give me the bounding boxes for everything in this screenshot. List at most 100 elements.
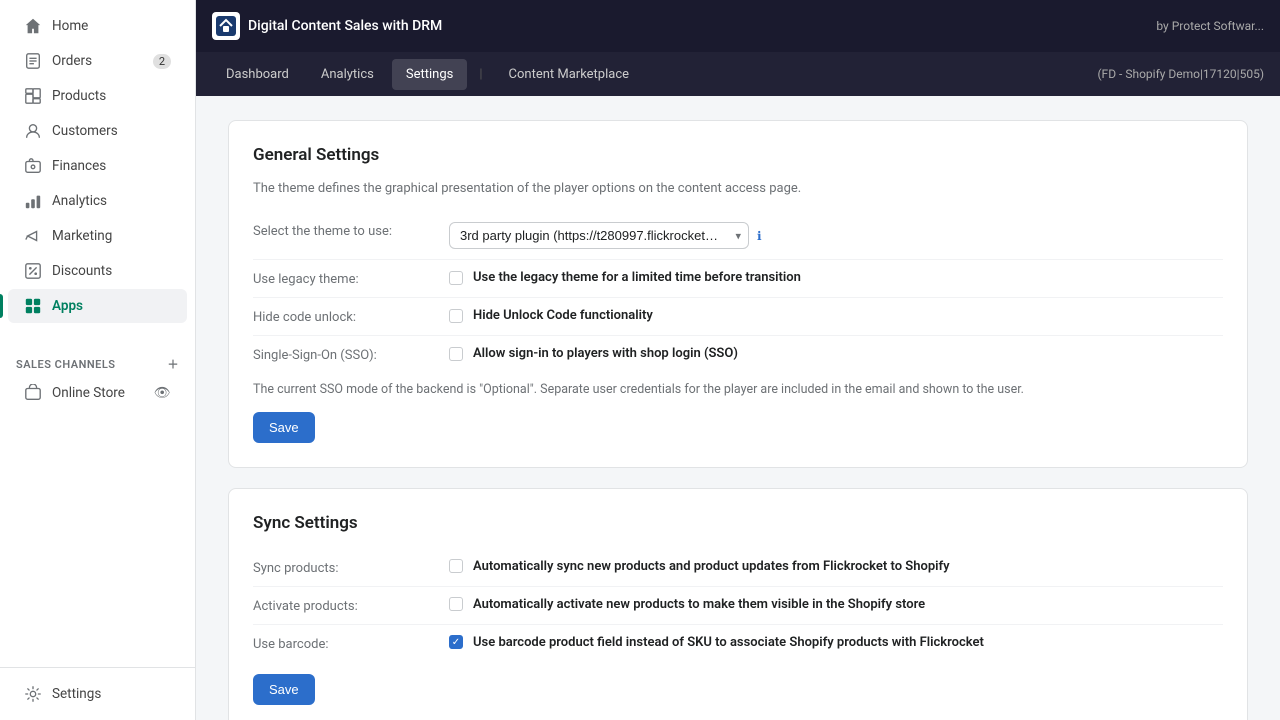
home-icon bbox=[24, 17, 42, 35]
online-store-label: Online Store bbox=[52, 385, 125, 401]
activate-products-label: Activate products: bbox=[253, 597, 433, 614]
sidebar-item-discounts[interactable]: Discounts bbox=[8, 254, 187, 288]
sidebar-item-marketing[interactable]: Marketing bbox=[8, 219, 187, 253]
orders-icon bbox=[24, 52, 42, 70]
main-content: Digital Content Sales with DRM by Protec… bbox=[196, 0, 1280, 720]
theme-help-icon[interactable]: ℹ bbox=[757, 229, 762, 243]
hide-code-checkbox-row: Hide Unlock Code functionality bbox=[449, 308, 653, 323]
tab-dashboard[interactable]: Dashboard bbox=[212, 59, 303, 90]
tab-settings[interactable]: Settings bbox=[392, 59, 467, 90]
products-icon bbox=[24, 87, 42, 105]
sidebar-item-apps-label: Apps bbox=[52, 298, 83, 314]
use-barcode-checkbox[interactable]: ✓ bbox=[449, 635, 463, 649]
app-title: Digital Content Sales with DRM bbox=[248, 18, 442, 34]
sidebar: Home Orders 2 Products Customers Finan bbox=[0, 0, 196, 720]
online-store-icon bbox=[24, 384, 42, 402]
sync-settings-title: Sync Settings bbox=[253, 513, 1223, 533]
hide-code-row: Hide code unlock: Hide Unlock Code funct… bbox=[253, 298, 1223, 336]
activate-products-checkbox[interactable] bbox=[449, 597, 463, 611]
app-logo-icon bbox=[212, 12, 240, 40]
sync-products-checkbox[interactable] bbox=[449, 559, 463, 573]
sync-products-value: Automatically sync new products and prod… bbox=[449, 559, 1223, 574]
online-store-eye-icon[interactable]: 👁 bbox=[154, 385, 171, 401]
theme-label: Select the theme to use: bbox=[253, 222, 433, 239]
content-area: General Settings The theme defines the g… bbox=[196, 96, 1280, 720]
marketing-icon bbox=[24, 227, 42, 245]
nav-tabs: Dashboard Analytics Settings | Content M… bbox=[196, 52, 1280, 96]
use-barcode-text: Use barcode product field instead of SKU… bbox=[473, 635, 984, 650]
legacy-theme-value: Use the legacy theme for a limited time … bbox=[449, 270, 1223, 285]
sidebar-item-discounts-label: Discounts bbox=[52, 263, 112, 279]
app-header: Digital Content Sales with DRM by Protec… bbox=[196, 0, 1280, 52]
sidebar-item-customers-label: Customers bbox=[52, 123, 118, 139]
sync-products-label: Sync products: bbox=[253, 559, 433, 576]
sidebar-item-orders[interactable]: Orders 2 bbox=[8, 44, 187, 78]
sso-checkbox-row: Allow sign-in to players with shop login… bbox=[449, 346, 738, 361]
apps-icon bbox=[24, 297, 42, 315]
use-barcode-row: Use barcode: ✓ Use barcode product field… bbox=[253, 625, 1223, 662]
sidebar-item-products-label: Products bbox=[52, 88, 106, 104]
legacy-theme-text: Use the legacy theme for a limited time … bbox=[473, 270, 801, 285]
theme-select[interactable]: 3rd party plugin (https://t280997.flickr… bbox=[449, 222, 749, 249]
theme-value: 3rd party plugin (https://t280997.flickr… bbox=[449, 222, 1223, 249]
legacy-theme-checkbox[interactable] bbox=[449, 271, 463, 285]
sso-value: Allow sign-in to players with shop login… bbox=[449, 346, 1223, 361]
add-sales-channel-icon[interactable]: ＋ bbox=[168, 356, 180, 372]
settings-label: Settings bbox=[52, 686, 101, 702]
sales-channels-section: Sales channels ＋ Online Store 👁 bbox=[0, 332, 195, 418]
theme-select-wrapper[interactable]: 3rd party plugin (https://t280997.flickr… bbox=[449, 222, 749, 249]
hide-code-label: Hide code unlock: bbox=[253, 308, 433, 325]
sidebar-item-analytics[interactable]: Analytics bbox=[8, 184, 187, 218]
settings-icon bbox=[24, 685, 42, 703]
sidebar-item-customers[interactable]: Customers bbox=[8, 114, 187, 148]
sidebar-item-finances-label: Finances bbox=[52, 158, 106, 174]
sync-products-text: Automatically sync new products and prod… bbox=[473, 559, 950, 574]
use-barcode-label: Use barcode: bbox=[253, 635, 433, 652]
sidebar-item-orders-label: Orders bbox=[52, 53, 92, 69]
sidebar-item-settings[interactable]: Settings bbox=[8, 677, 187, 711]
legacy-checkbox-row: Use the legacy theme for a limited time … bbox=[449, 270, 801, 285]
sidebar-item-apps[interactable]: Apps bbox=[8, 289, 187, 323]
store-info: (FD - Shopify Demo|17120|505) bbox=[1097, 67, 1264, 81]
sales-channels-label: Sales channels bbox=[16, 358, 116, 371]
app-header-by: by Protect Softwar... bbox=[1156, 19, 1264, 33]
hide-code-value: Hide Unlock Code functionality bbox=[449, 308, 1223, 323]
hide-code-text: Hide Unlock Code functionality bbox=[473, 308, 653, 323]
sidebar-bottom: Settings bbox=[0, 667, 195, 720]
activate-products-checkbox-row: Automatically activate new products to m… bbox=[449, 597, 925, 612]
customers-icon bbox=[24, 122, 42, 140]
sync-products-checkbox-row: Automatically sync new products and prod… bbox=[449, 559, 950, 574]
analytics-icon bbox=[24, 192, 42, 210]
general-settings-section: General Settings The theme defines the g… bbox=[228, 120, 1248, 468]
use-barcode-value: ✓ Use barcode product field instead of S… bbox=[449, 635, 1223, 650]
activate-products-text: Automatically activate new products to m… bbox=[473, 597, 925, 612]
general-settings-desc: The theme defines the graphical presenta… bbox=[253, 181, 1223, 196]
sidebar-item-online-store[interactable]: Online Store 👁 bbox=[8, 377, 187, 409]
sso-checkbox[interactable] bbox=[449, 347, 463, 361]
tab-analytics[interactable]: Analytics bbox=[307, 59, 388, 90]
sidebar-item-home-label: Home bbox=[52, 18, 88, 34]
general-settings-title: General Settings bbox=[253, 145, 1223, 165]
sidebar-item-products[interactable]: Products bbox=[8, 79, 187, 113]
tab-content-marketplace[interactable]: Content Marketplace bbox=[495, 59, 644, 90]
nav-divider: | bbox=[471, 67, 490, 82]
sidebar-item-home[interactable]: Home bbox=[8, 9, 187, 43]
sync-products-row: Sync products: Automatically sync new pr… bbox=[253, 549, 1223, 587]
sales-channels-header: Sales channels ＋ bbox=[0, 340, 195, 376]
orders-badge: 2 bbox=[153, 54, 171, 69]
sso-text: Allow sign-in to players with shop login… bbox=[473, 346, 738, 361]
activate-products-value: Automatically activate new products to m… bbox=[449, 597, 1223, 612]
sso-desc: The current SSO mode of the backend is "… bbox=[253, 381, 1223, 400]
sso-label: Single-Sign-On (SSO): bbox=[253, 346, 433, 363]
legacy-theme-label: Use legacy theme: bbox=[253, 270, 433, 287]
hide-code-checkbox[interactable] bbox=[449, 309, 463, 323]
sso-row: Single-Sign-On (SSO): Allow sign-in to p… bbox=[253, 336, 1223, 373]
activate-products-row: Activate products: Automatically activat… bbox=[253, 587, 1223, 625]
use-barcode-checkbox-row: ✓ Use barcode product field instead of S… bbox=[449, 635, 984, 650]
discounts-icon bbox=[24, 262, 42, 280]
sidebar-item-finances[interactable]: Finances bbox=[8, 149, 187, 183]
theme-row: Select the theme to use: 3rd party plugi… bbox=[253, 212, 1223, 260]
finances-icon bbox=[24, 157, 42, 175]
sync-settings-save-button[interactable]: Save bbox=[253, 674, 315, 705]
general-settings-save-button[interactable]: Save bbox=[253, 412, 315, 443]
